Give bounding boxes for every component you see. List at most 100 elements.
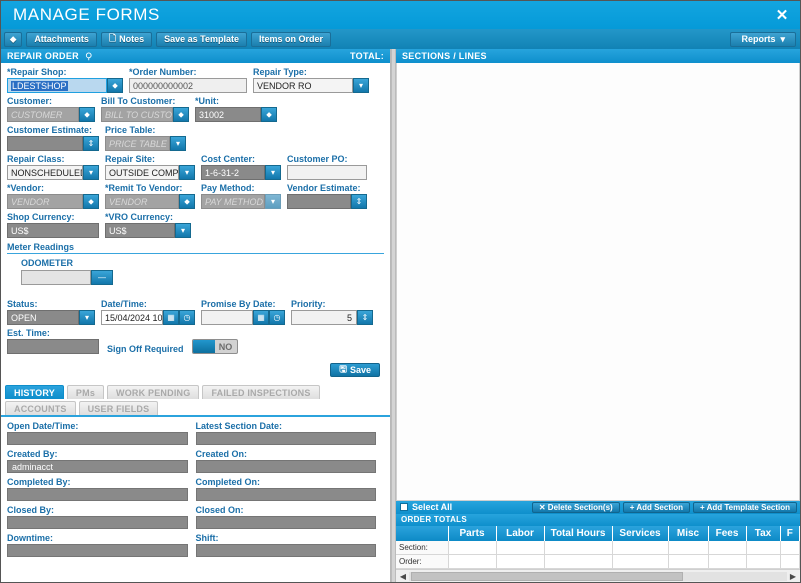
- vro-currency-value[interactable]: US$: [105, 223, 175, 238]
- calendar-icon[interactable]: ▦: [163, 310, 179, 325]
- field-repair-site: Repair Site: OUTSIDE COMP ▾: [105, 154, 195, 180]
- customer-label: Customer:: [7, 96, 95, 106]
- field-remit-to-vendor: *Remit To Vendor: VENDOR ⬥: [105, 183, 195, 209]
- unit-input[interactable]: 31002: [195, 107, 261, 122]
- form-row: *Vendor: VENDOR ⬥ *Remit To Vendor: VEND…: [7, 183, 384, 209]
- vendor-input[interactable]: VENDOR: [7, 194, 83, 209]
- tab-accounts[interactable]: ACCOUNTS: [5, 401, 76, 415]
- status-chevron-down-icon[interactable]: ▾: [79, 310, 95, 325]
- repair-type-label: Repair Type:: [253, 67, 369, 77]
- tab-user-fields[interactable]: USER FIELDS: [79, 401, 159, 415]
- attachments-button[interactable]: Attachments: [26, 32, 97, 47]
- tab-work-pending-label: WORK PENDING: [116, 388, 190, 398]
- history-row: Open Date/Time: Latest Section Date:: [7, 421, 384, 445]
- sign-off-state: NO: [215, 342, 237, 352]
- add-template-section-button[interactable]: + Add Template Section: [693, 502, 797, 513]
- form-row: *Repair Shop: LDESTSHOP ⬥ *Order Number:…: [7, 67, 384, 93]
- tab-pms[interactable]: PMs: [67, 385, 104, 399]
- customer-po-input[interactable]: [287, 165, 367, 180]
- close-icon[interactable]: ✕: [772, 5, 792, 25]
- customer-lookup-icon[interactable]: ⬥: [79, 107, 95, 122]
- order-f: [780, 555, 800, 569]
- status-value[interactable]: OPEN: [7, 310, 79, 325]
- repair-shop-lookup-icon[interactable]: ⬥: [107, 78, 123, 93]
- detail-tabstrip: HISTORY PMs WORK PENDING FAILED INSPECTI…: [1, 383, 390, 417]
- open-date-time-label: Open Date/Time:: [7, 421, 188, 431]
- pay-method-chevron-down-icon[interactable]: ▾: [265, 194, 281, 209]
- customer-input[interactable]: CUSTOMER: [7, 107, 79, 122]
- price-table-value[interactable]: PRICE TABLE: [105, 136, 170, 151]
- order-labor: [496, 555, 544, 569]
- tab-work-pending[interactable]: WORK PENDING: [107, 385, 199, 399]
- odometer-collapse-icon[interactable]: —: [91, 270, 113, 285]
- field-order-number: *Order Number: 000000000002: [129, 67, 247, 93]
- scroll-right-icon[interactable]: ▶: [787, 572, 799, 581]
- repair-shop-input[interactable]: LDESTSHOP: [7, 78, 107, 93]
- repair-class-value[interactable]: NONSCHEDULED: [7, 165, 83, 180]
- save-as-template-button[interactable]: Save as Template: [156, 32, 247, 47]
- cost-center-chevron-down-icon[interactable]: ▾: [265, 165, 281, 180]
- promise-calendar-icon[interactable]: ▦: [253, 310, 269, 325]
- price-table-chevron-down-icon[interactable]: ▾: [170, 136, 186, 151]
- scroll-thumb[interactable]: [411, 572, 683, 581]
- notes-button[interactable]: 🗋 Notes: [101, 32, 152, 47]
- remit-to-vendor-input[interactable]: VENDOR: [105, 194, 179, 209]
- remit-to-vendor-lookup-icon[interactable]: ⬥: [179, 194, 195, 209]
- order-number-input[interactable]: 000000000002: [129, 78, 247, 93]
- field-est-time: Est. Time:: [7, 328, 99, 354]
- order-totals-header: ORDER TOTALS: [396, 514, 800, 526]
- add-section-button[interactable]: + Add Section: [623, 502, 690, 513]
- delete-sections-button[interactable]: ✕ Delete Section(s): [532, 502, 620, 513]
- section-fees: [708, 541, 746, 555]
- tab-failed-inspections[interactable]: FAILED INSPECTIONS: [202, 385, 319, 399]
- est-time-input[interactable]: [7, 339, 99, 354]
- manage-forms-window: MANAGE FORMS ✕ ⬥ Attachments 🗋 Notes Sav…: [0, 0, 801, 583]
- save-button[interactable]: 🖫 Save: [330, 363, 380, 377]
- promise-by-date-input[interactable]: [201, 310, 253, 325]
- cost-center-value[interactable]: 1-6-31-2: [201, 165, 265, 180]
- sign-off-toggle[interactable]: NO: [192, 339, 238, 354]
- repair-type-value[interactable]: VENDOR RO: [253, 78, 353, 93]
- repair-site-chevron-down-icon[interactable]: ▾: [179, 165, 195, 180]
- open-date-time-value: [7, 432, 188, 445]
- clock-icon[interactable]: ◷: [179, 310, 195, 325]
- tab-history[interactable]: HISTORY: [5, 385, 64, 399]
- date-time-input[interactable]: 15/04/2024 10:: [101, 310, 163, 325]
- sections-action-bar: Select All ✕ Delete Section(s) + Add Sec…: [396, 501, 800, 514]
- reports-dropdown-button[interactable]: Reports ▾: [730, 32, 796, 47]
- priority-stepper[interactable]: ⇕: [357, 310, 373, 325]
- scroll-track[interactable]: [409, 572, 787, 581]
- bill-to-customer-lookup-icon[interactable]: ⬥: [173, 107, 189, 122]
- scroll-left-icon[interactable]: ◀: [397, 572, 409, 581]
- odometer-input[interactable]: [21, 270, 91, 285]
- select-all-checkbox[interactable]: [400, 503, 408, 511]
- main-toolbar: ⬥ Attachments 🗋 Notes Save as Template I…: [1, 29, 800, 49]
- pay-method-value[interactable]: PAY METHOD: [201, 194, 265, 209]
- totals-horizontal-scrollbar[interactable]: ◀ ▶: [396, 569, 800, 582]
- col-f-truncated: F: [780, 526, 800, 541]
- vendor-lookup-icon[interactable]: ⬥: [83, 194, 99, 209]
- repair-site-value[interactable]: OUTSIDE COMP: [105, 165, 179, 180]
- section-row-label: Section:: [396, 541, 448, 555]
- customer-estimate-input[interactable]: [7, 136, 83, 151]
- history-row: Closed By: Closed On:: [7, 505, 384, 529]
- promise-clock-icon[interactable]: ◷: [269, 310, 285, 325]
- meter-readings-title: Meter Readings: [7, 242, 384, 253]
- history-row: Downtime: Shift:: [7, 533, 384, 557]
- repair-class-chevron-down-icon[interactable]: ▾: [83, 165, 99, 180]
- repair-type-chevron-down-icon[interactable]: ▾: [353, 78, 369, 93]
- search-icon[interactable]: [85, 52, 94, 61]
- vendor-estimate-stepper[interactable]: ⇕: [351, 194, 367, 209]
- add-template-section-label: + Add Template Section: [700, 503, 790, 512]
- vro-currency-chevron-down-icon[interactable]: ▾: [175, 223, 191, 238]
- bill-to-customer-input[interactable]: BILL TO CUSTOMER: [101, 107, 173, 122]
- unit-lookup-icon[interactable]: ⬥: [261, 107, 277, 122]
- items-on-order-button[interactable]: Items on Order: [251, 32, 331, 47]
- vendor-estimate-input[interactable]: [287, 194, 351, 209]
- order-fees: [708, 555, 746, 569]
- priority-input[interactable]: 5: [291, 310, 357, 325]
- col-fees: Fees: [708, 526, 746, 541]
- customer-estimate-stepper[interactable]: ⇕: [83, 136, 99, 151]
- home-icon[interactable]: ⬥: [4, 32, 22, 47]
- sections-list-area[interactable]: [396, 63, 800, 501]
